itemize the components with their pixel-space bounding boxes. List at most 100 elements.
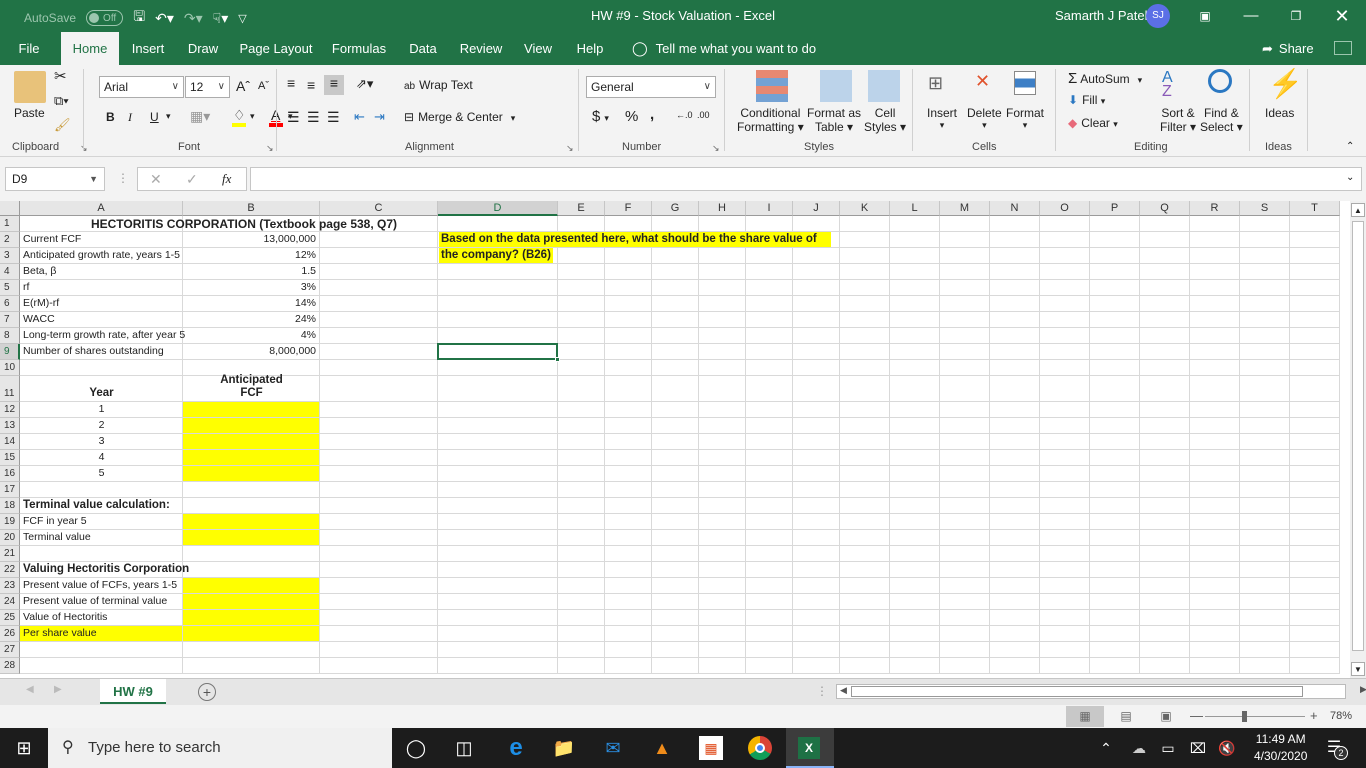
scroll-down-icon[interactable]: ▼ [1351,662,1365,676]
drag-handle-icon[interactable]: ⋮ [117,171,129,185]
tab-insert[interactable]: Insert [127,32,169,65]
autosum-button[interactable]: Σ AutoSum ▾ [1068,70,1142,87]
row-header-28[interactable]: 28 [0,658,20,674]
clear-button[interactable]: ◆ Clear ▾ [1068,116,1118,130]
percent-button[interactable]: % [625,108,638,125]
row-header-26[interactable]: 26 [0,626,20,642]
input-cell-highlight[interactable] [183,514,320,546]
column-header-n[interactable]: N [990,201,1040,216]
format-as-table-button[interactable]: Format as Table ▾ [807,106,861,134]
tab-view[interactable]: View [520,32,556,65]
middle-align-icon[interactable]: ≡ [307,77,315,93]
clock[interactable]: 11:49 AM 4/30/2020 [1254,731,1307,765]
fill-button[interactable]: ⬇ Fill ▾ [1068,93,1105,107]
row-header-22[interactable]: 22 [0,562,20,578]
collapse-ribbon-icon[interactable]: ⌃ [1346,141,1354,152]
avatar[interactable]: SJ [1146,4,1170,28]
tab-file[interactable]: File [8,32,50,65]
tab-review[interactable]: Review [456,32,506,65]
tab-draw[interactable]: Draw [183,32,223,65]
bottom-align-icon[interactable]: ≡ [324,75,344,95]
row-header-9[interactable]: 9 [0,344,20,360]
windows-start-icon[interactable]: ⊞ [12,736,36,760]
column-header-b[interactable]: B [183,201,320,216]
scroll-up-icon[interactable]: ▲ [1351,203,1365,217]
minimize-icon[interactable]: — [1236,4,1266,28]
column-header-i[interactable]: I [746,201,793,216]
wifi-icon[interactable]: ⌧ [1186,736,1210,760]
row-header-19[interactable]: 19 [0,514,20,530]
number-format-combo[interactable]: General ∨ [586,76,716,98]
row-header-7[interactable]: 7 [0,312,20,328]
battery-icon[interactable]: ▭ [1156,736,1180,760]
horizontal-scrollbar[interactable]: ◀ [836,684,1346,699]
format-button[interactable]: Format ▾ [1006,106,1044,131]
paste-icon[interactable] [14,71,46,103]
vlc-icon[interactable]: ▲ [650,736,674,760]
column-header-r[interactable]: R [1190,201,1240,216]
file-explorer-icon[interactable]: 📁 [552,736,576,760]
dialog-launcher-icon[interactable]: ↘ [712,143,720,154]
row-header-12[interactable]: 12 [0,402,20,418]
align-center-icon[interactable]: ☰ [307,109,320,126]
cut-icon[interactable]: ✂ [54,67,67,85]
zoom-slider-track[interactable] [1205,716,1305,717]
row-header-17[interactable]: 17 [0,482,20,498]
name-box[interactable]: D9 ▼ [5,167,105,191]
format-painter-icon[interactable]: 🖌 [54,117,71,133]
selected-cell[interactable] [437,343,558,360]
increase-indent-icon[interactable]: ⇥ [374,109,385,125]
dialog-launcher-icon[interactable]: ↘ [566,143,574,154]
row-header-5[interactable]: 5 [0,280,20,296]
new-sheet-icon[interactable]: + [198,683,216,701]
increase-font-size-icon[interactable]: Aˆ [236,78,250,94]
column-header-f[interactable]: F [605,201,652,216]
input-cell-highlight[interactable] [183,578,320,626]
row-header-23[interactable]: 23 [0,578,20,594]
normal-view-icon[interactable]: ▦ [1066,706,1104,727]
row-header-2[interactable]: 2 [0,232,20,248]
user-name[interactable]: Samarth J Patel [1055,8,1148,23]
column-header-h[interactable]: H [699,201,746,216]
column-header-a[interactable]: A [20,201,183,216]
tell-me-search[interactable]: ◯ Tell me what you want to do [632,32,816,65]
row-header-20[interactable]: 20 [0,530,20,546]
microsoft-store-icon[interactable]: ▦ [699,736,723,760]
scroll-thumb[interactable] [851,686,1303,697]
decrease-decimal-icon[interactable]: .00 [697,110,710,120]
row-header-21[interactable]: 21 [0,546,20,562]
row-header-15[interactable]: 15 [0,450,20,466]
column-header-q[interactable]: Q [1140,201,1190,216]
column-header-p[interactable]: P [1090,201,1140,216]
increase-decimal-icon[interactable]: ←.0 [676,110,693,120]
chrome-icon[interactable] [748,736,772,760]
row-header-13[interactable]: 13 [0,418,20,434]
select-all-button[interactable] [0,201,20,216]
font-size-combo[interactable]: 12 ∨ [185,76,230,98]
chevron-down-icon[interactable]: ▾ [166,111,171,122]
tab-help[interactable]: Help [572,32,608,65]
vertical-scrollbar[interactable]: ▲ ▼ [1350,201,1366,678]
page-layout-view-icon[interactable]: ▤ [1115,706,1137,727]
restore-icon[interactable]: ❐ [1281,4,1311,28]
excel-taskbar-button[interactable]: X [786,728,834,768]
tab-split-handle[interactable]: ⋮ [816,684,828,698]
row-header-6[interactable]: 6 [0,296,20,312]
wrap-text-button[interactable]: ab Wrap Text [404,78,473,92]
find-select-button[interactable]: Find & Select ▾ [1200,106,1243,134]
row-header-18[interactable]: 18 [0,498,20,514]
insert-button[interactable]: Insert ▾ [927,106,957,131]
decrease-indent-icon[interactable]: ⇤ [354,109,365,125]
row-header-3[interactable]: 3 [0,248,20,264]
task-view-icon[interactable]: ◫ [452,736,476,760]
column-header-l[interactable]: L [890,201,940,216]
sort-filter-button[interactable]: Sort & Filter ▾ [1160,106,1196,134]
column-header-s[interactable]: S [1240,201,1290,216]
column-header-d[interactable]: D [438,201,558,216]
cancel-icon[interactable]: ✕ [150,171,162,188]
tab-data[interactable]: Data [404,32,442,65]
chevron-down-icon[interactable]: ▾ [250,111,255,122]
scroll-left-icon[interactable]: ◀ [840,685,847,696]
column-header-m[interactable]: M [940,201,990,216]
share-button[interactable]: ➦ Share [1262,32,1314,65]
